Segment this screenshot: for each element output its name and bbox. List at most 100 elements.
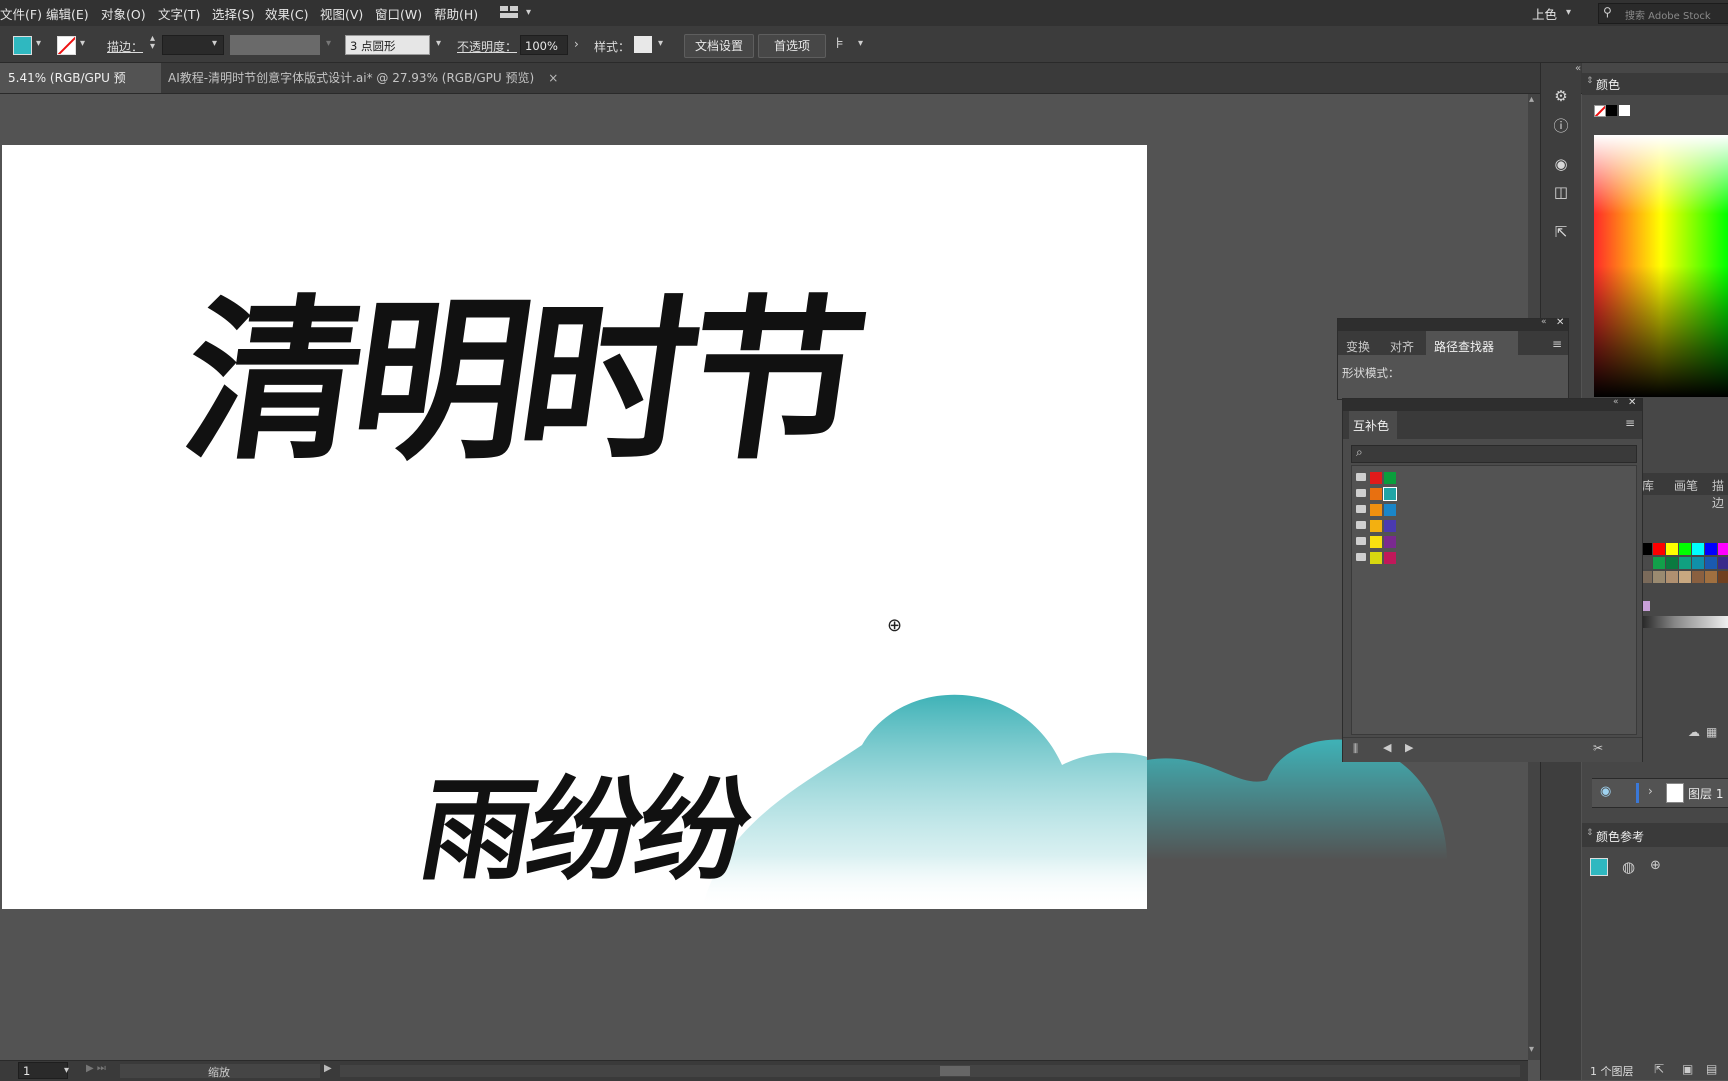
tab-libraries[interactable]: 库 bbox=[1642, 477, 1654, 494]
close-icon[interactable]: ✕ bbox=[1556, 317, 1564, 328]
harmony-swatch[interactable] bbox=[1384, 552, 1396, 564]
document-setup-button[interactable]: 文档设置 bbox=[684, 34, 754, 58]
harmony-swatch[interactable] bbox=[1370, 488, 1382, 500]
menu-type[interactable]: 文字(T) bbox=[158, 4, 200, 23]
preferences-button[interactable]: 首选项 bbox=[758, 34, 826, 58]
artboard[interactable]: 清明时节 雨纷纷 ⊕ bbox=[2, 145, 1147, 909]
folder-icon[interactable] bbox=[1356, 473, 1366, 481]
chevron-down-icon[interactable]: ▾ bbox=[36, 38, 41, 49]
swatch-cell[interactable] bbox=[1679, 543, 1691, 555]
harmony-swatch[interactable] bbox=[1384, 472, 1396, 484]
status-menu-icon[interactable]: ▶ bbox=[324, 1063, 332, 1074]
black-swatch[interactable] bbox=[1606, 105, 1617, 116]
tab-brushes[interactable]: 画笔 bbox=[1674, 477, 1698, 494]
menu-help[interactable]: 帮助(H) bbox=[434, 4, 478, 23]
menu-effect[interactable]: 效果(C) bbox=[265, 4, 308, 23]
folder-icon[interactable] bbox=[1356, 521, 1366, 529]
swatch-cell[interactable] bbox=[1692, 571, 1704, 583]
stroke-label[interactable]: 描边： bbox=[107, 38, 143, 55]
chevron-down-icon[interactable]: ▾ bbox=[80, 38, 85, 49]
harmony-swatch[interactable] bbox=[1370, 536, 1382, 548]
stroke-none-swatch[interactable] bbox=[57, 36, 76, 55]
swatch-cell[interactable] bbox=[1705, 543, 1717, 555]
swatch-cell[interactable] bbox=[1718, 543, 1728, 555]
panel-toggle-icon[interactable]: ⇕ bbox=[1586, 76, 1594, 86]
scroll-up-icon[interactable]: ▴ bbox=[1529, 94, 1534, 105]
folder-icon[interactable] bbox=[1356, 537, 1366, 545]
fill-color-swatch[interactable] bbox=[13, 36, 32, 55]
info-icon[interactable]: ⓘ bbox=[1549, 115, 1573, 136]
artboard-number-field[interactable]: 1 bbox=[18, 1062, 68, 1079]
chevron-down-icon[interactable]: ▾ bbox=[858, 38, 863, 49]
swatch-cell[interactable] bbox=[1666, 571, 1678, 583]
harmony-swatch[interactable] bbox=[1384, 536, 1396, 548]
collapse-icon[interactable]: « bbox=[1541, 317, 1547, 327]
scroll-thumb[interactable] bbox=[940, 1066, 970, 1076]
export-icon[interactable]: ⇱ bbox=[1654, 1062, 1664, 1076]
appearance-icon[interactable]: ◉ bbox=[1549, 155, 1573, 173]
scroll-down-icon[interactable]: ▾ bbox=[1529, 1044, 1534, 1055]
brush-definition-field[interactable]: 3 点圆形 bbox=[345, 35, 430, 55]
panel-titlebar[interactable]: « ✕ bbox=[1343, 397, 1642, 411]
layer-row[interactable]: ◉ › 图层 1 bbox=[1592, 778, 1728, 808]
menu-file[interactable]: 文件(F) bbox=[0, 4, 42, 23]
opacity-label[interactable]: 不透明度： bbox=[457, 38, 517, 55]
folder-icon[interactable] bbox=[1356, 553, 1366, 561]
close-icon[interactable]: × bbox=[548, 71, 558, 85]
new-layer-icon[interactable]: ▤ bbox=[1706, 1062, 1717, 1076]
menu-window[interactable]: 窗口(W) bbox=[375, 4, 422, 23]
tab-harmony[interactable]: 互补色 bbox=[1353, 417, 1389, 434]
export-icon[interactable]: ⇱ bbox=[1549, 223, 1573, 241]
white-swatch[interactable] bbox=[1619, 105, 1630, 116]
menu-icon[interactable]: ≡ bbox=[1625, 416, 1635, 430]
artboard-nav-icon[interactable]: ▶ ⏭ bbox=[86, 1063, 106, 1074]
close-icon[interactable]: ✕ bbox=[1628, 397, 1636, 408]
harmony-swatch[interactable] bbox=[1370, 520, 1382, 532]
gear-icon[interactable]: ⚙ bbox=[1549, 87, 1573, 105]
harmony-swatch[interactable] bbox=[1384, 520, 1396, 532]
chevron-right-icon[interactable]: › bbox=[1648, 784, 1653, 798]
horizontal-scrollbar[interactable] bbox=[340, 1065, 1520, 1077]
layer-options-icon[interactable]: ▣ bbox=[1682, 1062, 1693, 1076]
swatch-cell[interactable] bbox=[1692, 557, 1704, 569]
swatch-cell[interactable] bbox=[1653, 557, 1665, 569]
chevron-down-icon[interactable]: ▾ bbox=[212, 38, 217, 49]
menu-edit[interactable]: 编辑(E) bbox=[46, 4, 89, 23]
tab-document-1[interactable]: 5.41% (RGB/GPU 预览)× bbox=[0, 63, 161, 115]
chevron-down-icon[interactable]: ▾ bbox=[658, 38, 663, 49]
stepper-icon[interactable]: ▴ ▾ bbox=[150, 34, 155, 52]
graphic-style-swatch[interactable] bbox=[634, 36, 652, 53]
chevron-down-icon[interactable]: ▾ bbox=[64, 1065, 69, 1076]
swatch-cell[interactable] bbox=[1653, 543, 1665, 555]
chevron-down-icon[interactable]: ▾ bbox=[436, 38, 441, 49]
opacity-field[interactable]: 100% bbox=[520, 35, 568, 55]
chevron-down-icon[interactable]: ▾ bbox=[526, 7, 531, 18]
next-icon[interactable]: ▶ bbox=[1405, 741, 1413, 754]
menu-icon[interactable]: ≡ bbox=[1552, 337, 1562, 351]
workspace-switcher-icon[interactable] bbox=[500, 6, 518, 19]
cloud-library-icon[interactable]: ☁ bbox=[1688, 725, 1700, 739]
align-to-icon[interactable]: ⊧ bbox=[836, 34, 844, 52]
harmony-swatch[interactable] bbox=[1383, 487, 1397, 501]
color-wheel-icon[interactable]: ◍ bbox=[1622, 858, 1635, 876]
tab-pathfinder[interactable]: 路径查找器 bbox=[1434, 338, 1494, 355]
harmony-swatch[interactable] bbox=[1370, 472, 1382, 484]
menu-object[interactable]: 对象(O) bbox=[101, 4, 146, 23]
tab-document-2[interactable]: AI教程-清明时节创意字体版式设计.ai* @ 27.93% (RGB/GPU … bbox=[160, 63, 566, 93]
swatch-cell[interactable] bbox=[1705, 571, 1717, 583]
swatch-options-icon[interactable]: ▦ bbox=[1706, 725, 1717, 739]
stock-search-input[interactable]: ⚲ 搜索 Adobe Stock bbox=[1598, 3, 1728, 24]
swatch-cell[interactable] bbox=[1666, 557, 1678, 569]
collapse-panels-icon[interactable]: « bbox=[1575, 63, 1581, 74]
color-guide-title[interactable]: 颜色参考 bbox=[1596, 828, 1644, 845]
swatch-cell[interactable] bbox=[1718, 571, 1728, 583]
swatch-cell[interactable] bbox=[1679, 571, 1691, 583]
swatch-cell[interactable] bbox=[1666, 543, 1678, 555]
color-panel-title[interactable]: 颜色 bbox=[1596, 76, 1620, 93]
eye-icon[interactable]: ◉ bbox=[1600, 784, 1611, 799]
color-spectrum[interactable] bbox=[1594, 135, 1728, 397]
layer-name[interactable]: 图层 1 bbox=[1688, 785, 1723, 802]
swatch-group-icon[interactable]: ⊕ bbox=[1650, 858, 1661, 873]
swatch-cell[interactable] bbox=[1718, 557, 1728, 569]
grayscale-swatches[interactable] bbox=[1640, 616, 1728, 628]
